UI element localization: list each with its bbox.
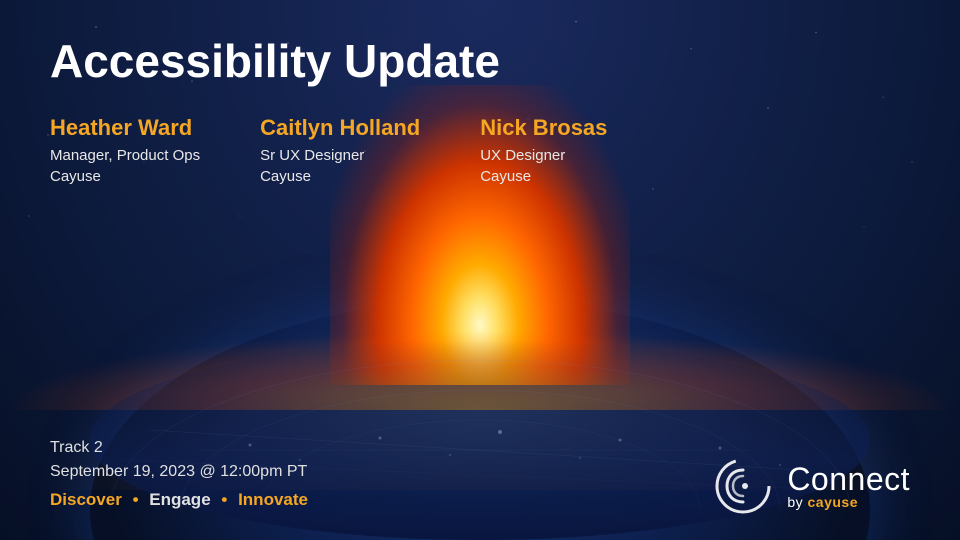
speaker-2-role: Sr UX Designer <box>260 145 420 166</box>
tagline-dot-2: • <box>221 490 227 509</box>
speaker-1-role: Manager, Product Ops <box>50 145 200 166</box>
logo-cayuse: cayuse <box>808 494 858 510</box>
speaker-3-role: UX Designer <box>480 145 607 166</box>
speaker-1-name: Heather Ward <box>50 115 200 141</box>
cayuse-logo-icon <box>713 456 773 516</box>
bottom-section: Track 2 September 19, 2023 @ 12:00pm PT … <box>50 436 308 510</box>
page-title: Accessibility Update <box>50 36 910 87</box>
logo-section: Connect by cayuse <box>713 456 910 516</box>
slide: Accessibility Update Heather Ward Manage… <box>0 0 960 540</box>
speaker-1: Heather Ward Manager, Product Ops Cayuse <box>50 115 200 185</box>
logo-connect-text: Connect <box>787 463 910 495</box>
date-label: September 19, 2023 @ 12:00pm PT <box>50 463 307 480</box>
speaker-3-name: Nick Brosas <box>480 115 607 141</box>
logo-text: Connect by cayuse <box>787 463 910 509</box>
track-info: Track 2 September 19, 2023 @ 12:00pm PT <box>50 436 308 484</box>
tagline-dot-1: • <box>133 490 139 509</box>
speakers-row: Heather Ward Manager, Product Ops Cayuse… <box>50 115 910 185</box>
tagline-engage: Engage <box>149 490 210 509</box>
speaker-3: Nick Brosas UX Designer Cayuse <box>480 115 607 185</box>
speaker-2-name: Caitlyn Holland <box>260 115 420 141</box>
speaker-2: Caitlyn Holland Sr UX Designer Cayuse <box>260 115 420 185</box>
logo-by-cayuse-text: by cayuse <box>787 495 858 509</box>
tagline-discover: Discover <box>50 490 122 509</box>
logo-by: by <box>787 494 803 510</box>
tagline-innovate: Innovate <box>238 490 308 509</box>
speaker-2-company: Cayuse <box>260 168 420 185</box>
track-label: Track 2 <box>50 439 103 456</box>
tagline: Discover • Engage • Innovate <box>50 490 308 510</box>
speaker-1-company: Cayuse <box>50 168 200 185</box>
speaker-3-company: Cayuse <box>480 168 607 185</box>
